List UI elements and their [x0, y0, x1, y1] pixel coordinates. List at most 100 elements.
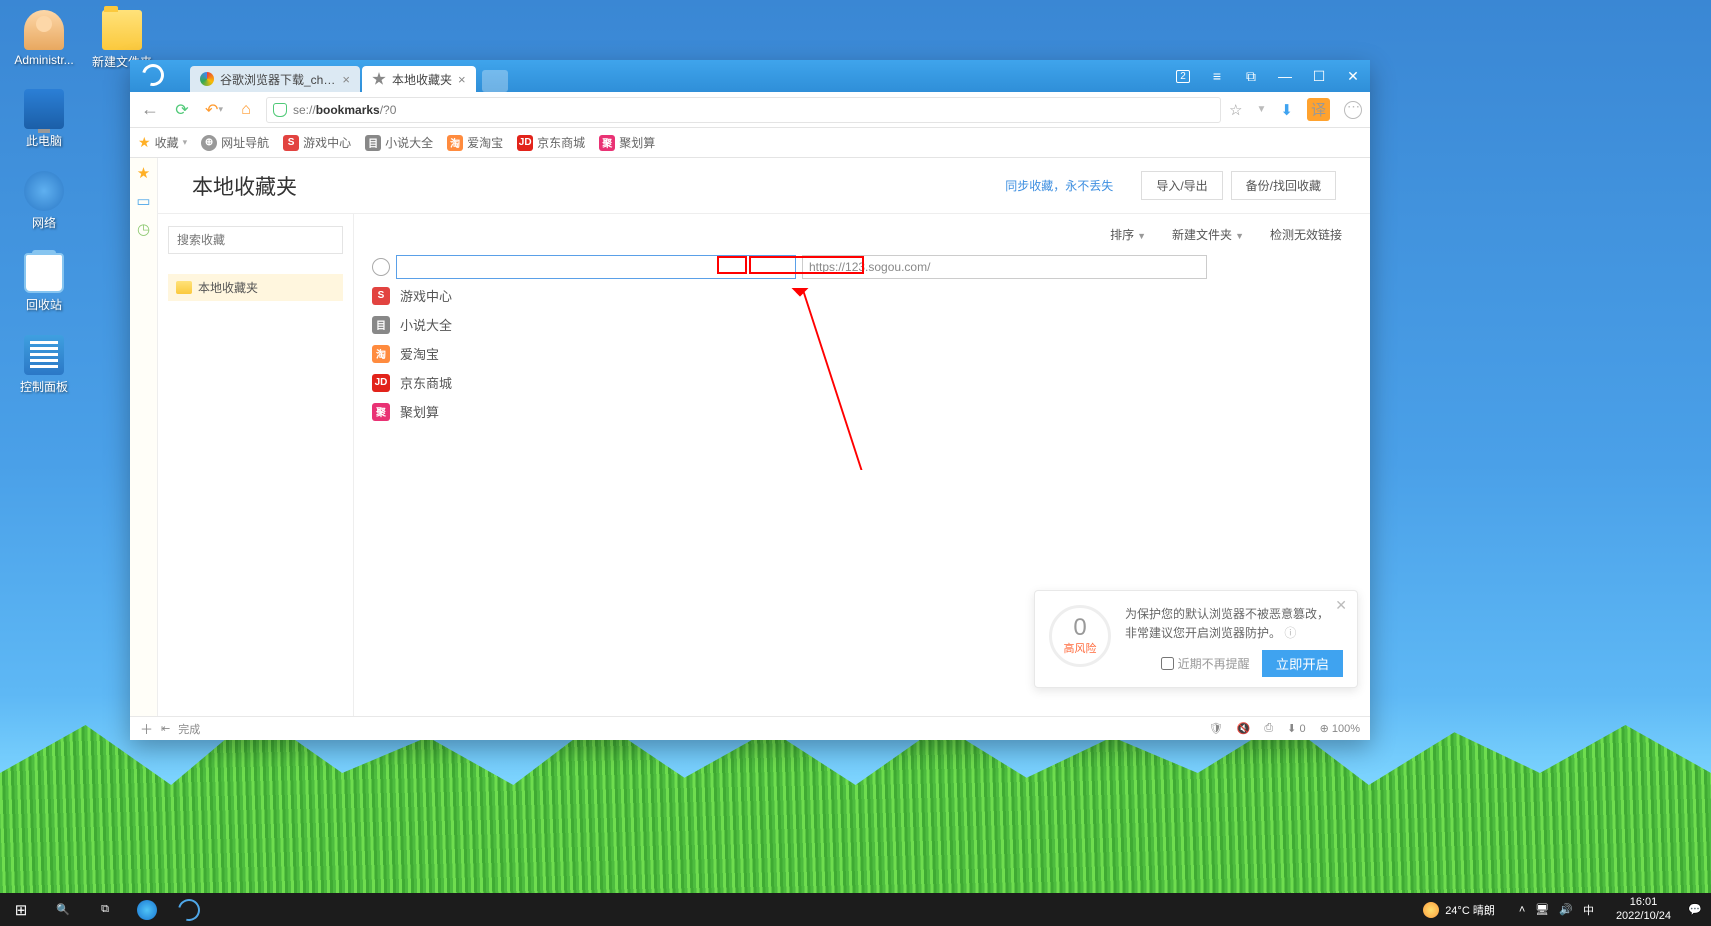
- bm-game[interactable]: S游戏中心: [283, 134, 351, 151]
- dropdown-icon[interactable]: ▼: [1257, 104, 1267, 115]
- content-area: ★ ▭ ◷ 本地收藏夹 同步收藏，永不丢失 导入/导出 备份/找回收藏 本地收藏…: [130, 158, 1370, 716]
- bm-nav[interactable]: ⊕网址导航: [201, 134, 269, 151]
- titlebar[interactable]: 谷歌浏览器下载_chrom... × 本地收藏夹 × 2 ≡ ⧉ — ☐ ✕: [130, 60, 1370, 92]
- collapse-icon[interactable]: ⇤: [161, 722, 170, 735]
- window-minimize-icon[interactable]: —: [1268, 60, 1302, 92]
- back-button[interactable]: ←: [138, 98, 162, 122]
- backup-restore-button[interactable]: 备份/找回收藏: [1231, 171, 1336, 200]
- url-text: se://bookmarks/?0: [293, 103, 396, 117]
- add-panel-icon[interactable]: ＋: [140, 719, 153, 738]
- bookmarks-bar: ★收藏▾ ⊕网址导航 S游戏中心 目小说大全 淘爱淘宝 JD京东商城 聚聚划算: [130, 128, 1370, 158]
- tab-close-icon[interactable]: ×: [458, 72, 466, 87]
- url-input[interactable]: se://bookmarks/?0: [266, 97, 1221, 123]
- bm-jd[interactable]: JD京东商城: [517, 134, 585, 151]
- search-button[interactable]: 🔍: [42, 893, 84, 926]
- taskbar-sogou[interactable]: [168, 893, 210, 926]
- tab-chrome-download[interactable]: 谷歌浏览器下载_chrom... ×: [190, 66, 360, 92]
- tabs: 谷歌浏览器下载_chrom... × 本地收藏夹 ×: [190, 64, 508, 92]
- tray-expand-icon[interactable]: ˄: [1519, 904, 1525, 916]
- control-panel-icon: [24, 335, 64, 375]
- bookmark-row-novel[interactable]: 目小说大全: [354, 310, 1370, 339]
- bookmark-row-ju[interactable]: 聚聚划算: [354, 397, 1370, 426]
- new-folder-button[interactable]: 新建文件夹▼: [1172, 226, 1244, 243]
- arrow-left-icon: ←: [141, 99, 159, 120]
- bookmark-name-input[interactable]: [396, 255, 796, 279]
- sogou-icon: [174, 894, 204, 924]
- new-tab-button[interactable]: [482, 70, 508, 92]
- translate-icon[interactable]: 译: [1307, 98, 1330, 121]
- window-menu-icon[interactable]: ≡: [1200, 60, 1234, 92]
- taskbar-right: 24°C 晴朗 ˄ 🖥 🔊 中 16:01 2022/10/24 💬: [1413, 893, 1711, 926]
- bookmark-row-game[interactable]: S游戏中心: [354, 281, 1370, 310]
- rail-history-icon[interactable]: ◷: [137, 220, 150, 238]
- bm-ju[interactable]: 聚聚划算: [599, 134, 655, 151]
- check-invalid-button[interactable]: 检测无效链接: [1270, 226, 1342, 243]
- reload-icon: ⟳: [175, 100, 188, 120]
- tree-label: 本地收藏夹: [198, 279, 258, 296]
- weather-widget[interactable]: 24°C 晴朗: [1413, 902, 1505, 918]
- security-notification: ✕ 0 高风险 为保护您的默认浏览器不被恶意篡改， 非常建议您开启浏览器防护。 …: [1034, 590, 1358, 688]
- bookmark-row-jd[interactable]: JD京东商城: [354, 368, 1370, 397]
- reload-button[interactable]: ⟳: [170, 98, 194, 122]
- jd-icon: JD: [517, 135, 533, 151]
- home-button[interactable]: ⌂: [234, 98, 258, 122]
- volume-tray-icon[interactable]: 🔊: [1559, 903, 1573, 916]
- zoom-control[interactable]: ⊕ 100%: [1320, 722, 1360, 735]
- window-restore-icon[interactable]: ⧉: [1234, 60, 1268, 92]
- info-icon[interactable]: ⓘ: [1284, 626, 1296, 640]
- enable-button[interactable]: 立即开启: [1262, 650, 1343, 677]
- close-icon[interactable]: ✕: [1335, 597, 1347, 614]
- tab-close-icon[interactable]: ×: [342, 72, 350, 87]
- bookmark-url-input[interactable]: [802, 255, 1207, 279]
- desktop-icon-recycle[interactable]: 回收站: [10, 253, 78, 313]
- window-badge[interactable]: 2: [1166, 60, 1200, 92]
- screenshot-icon[interactable]: ⎙: [1264, 722, 1273, 735]
- desktop-icon-network[interactable]: 网络: [10, 171, 78, 231]
- bookmark-edit-row: [354, 253, 1370, 281]
- clock[interactable]: 16:01 2022/10/24: [1608, 896, 1679, 922]
- rail-favorites-icon[interactable]: ★: [137, 164, 150, 182]
- shield-status-icon[interactable]: 🛡: [1209, 722, 1223, 735]
- favorite-star-icon[interactable]: ☆: [1229, 101, 1242, 119]
- page-header: 本地收藏夹 同步收藏，永不丢失 导入/导出 备份/找回收藏: [158, 158, 1370, 214]
- address-bar: ← ⟳ ↶▾ ⌂ se://bookmarks/?0 ☆ ▼ ⬇ 译: [130, 92, 1370, 128]
- status-text: 完成: [178, 721, 200, 737]
- download-icon[interactable]: ⬇: [1280, 101, 1293, 119]
- recycle-icon: [24, 253, 64, 293]
- clock-date: 2022/10/24: [1616, 910, 1671, 923]
- game-icon: S: [372, 287, 390, 305]
- home-icon: ⌂: [241, 101, 251, 119]
- rail-notes-icon[interactable]: ▭: [136, 192, 150, 210]
- undo-button[interactable]: ↶▾: [202, 98, 226, 122]
- mute-icon[interactable]: 🔇: [1237, 722, 1251, 735]
- tree-item-root[interactable]: 本地收藏夹: [168, 274, 343, 301]
- download-status[interactable]: ⬇ 0: [1287, 722, 1305, 735]
- start-button[interactable]: ⊞: [0, 893, 42, 926]
- search-input[interactable]: [168, 226, 343, 254]
- window-maximize-icon[interactable]: ☐: [1302, 60, 1336, 92]
- notification-actions: 近期不再提醒 立即开启: [1161, 650, 1343, 677]
- network-tray-icon[interactable]: 🖥: [1535, 903, 1549, 916]
- noremind-checkbox[interactable]: 近期不再提醒: [1161, 655, 1250, 672]
- taskbar-edge[interactable]: [126, 893, 168, 926]
- desktop-icon-admin[interactable]: Administr...: [10, 10, 78, 67]
- task-view-button[interactable]: ⧉: [84, 893, 126, 926]
- novel-icon: 目: [372, 316, 390, 334]
- ime-indicator[interactable]: 中: [1583, 902, 1594, 918]
- window-close-icon[interactable]: ✕: [1336, 60, 1370, 92]
- notifications-button[interactable]: 💬: [1685, 893, 1705, 926]
- desktop-icon-pc[interactable]: 此电脑: [10, 89, 78, 149]
- import-export-button[interactable]: 导入/导出: [1141, 171, 1222, 200]
- bookmark-row-taobao[interactable]: 淘爱淘宝: [354, 339, 1370, 368]
- sync-link[interactable]: 同步收藏，永不丢失: [1005, 177, 1113, 194]
- sun-icon: [1423, 902, 1439, 918]
- bm-taobao[interactable]: 淘爱淘宝: [447, 134, 503, 151]
- tab-bookmarks[interactable]: 本地收藏夹 ×: [362, 66, 476, 92]
- bm-favorites[interactable]: ★收藏▾: [138, 134, 187, 151]
- more-menu-icon[interactable]: [1344, 101, 1362, 119]
- bm-novel[interactable]: 目小说大全: [365, 134, 433, 151]
- icon-label: Administr...: [14, 53, 73, 67]
- window-controls: 2 ≡ ⧉ — ☐ ✕: [1166, 60, 1370, 92]
- desktop-icon-control-panel[interactable]: 控制面板: [10, 335, 78, 395]
- sort-button[interactable]: 排序▼: [1110, 226, 1146, 243]
